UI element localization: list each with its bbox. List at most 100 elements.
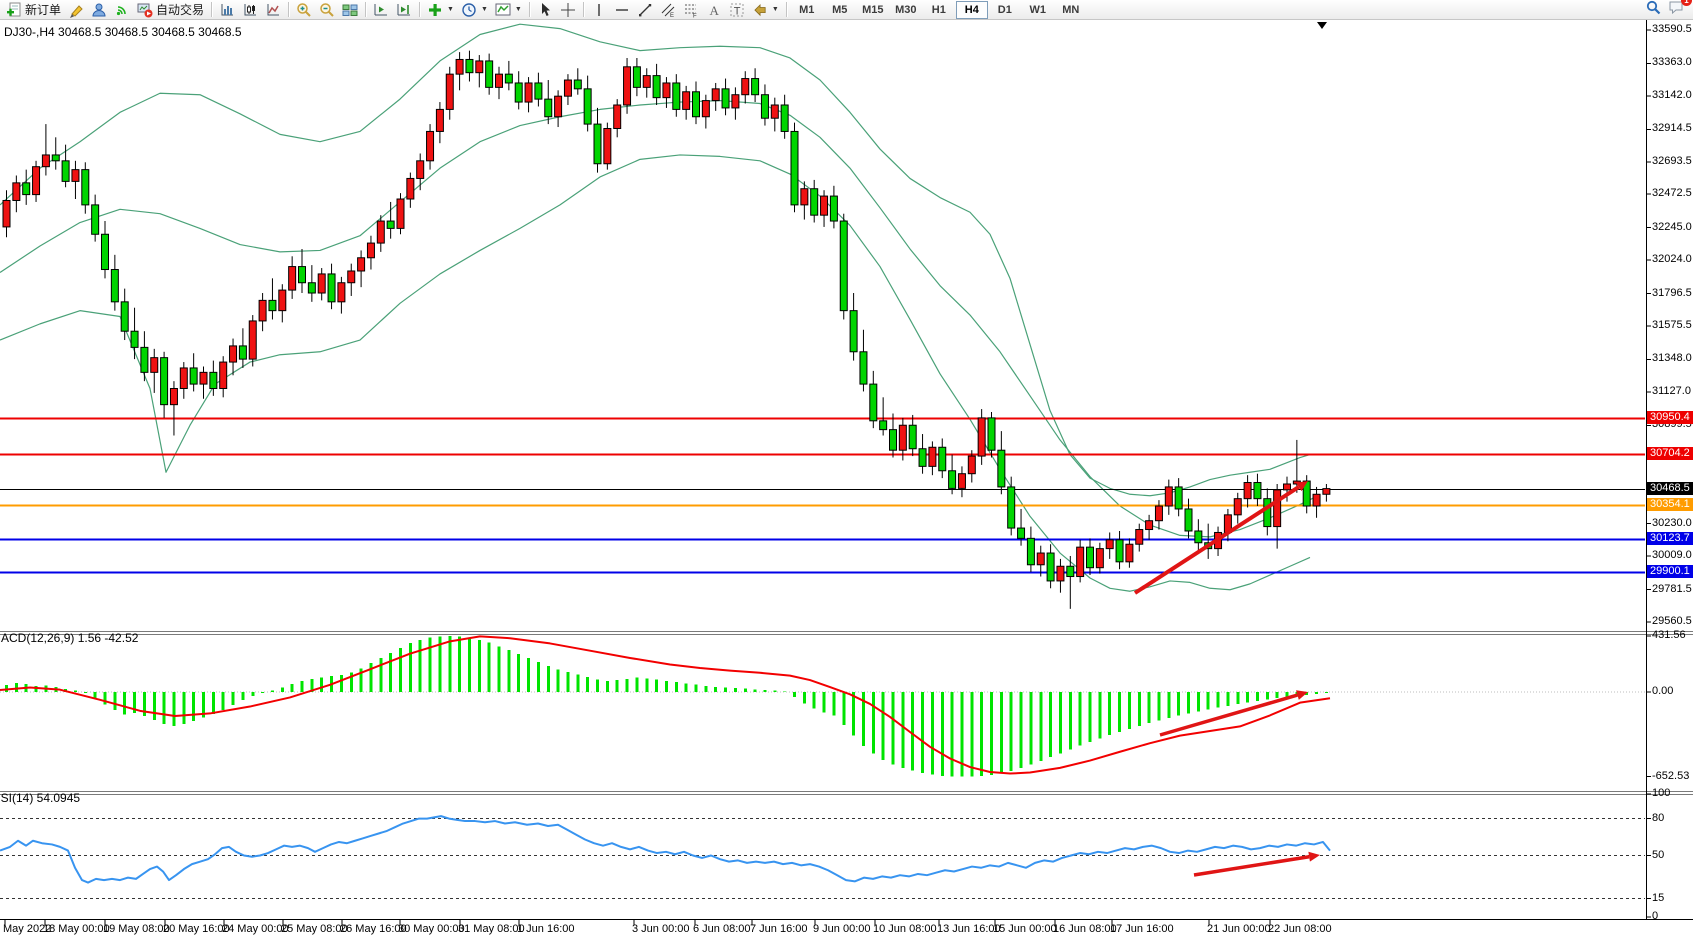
vertical-line-icon [591,2,607,18]
line-chart-mode-button[interactable] [262,1,284,19]
timeframe-H4[interactable]: H4 [956,1,988,19]
price-tick-label: 31348.0 [1652,352,1692,364]
time-tick-label: 30 May 00:00 [398,923,465,935]
indicators-dropdown-caret[interactable]: ▼ [447,6,454,13]
candle [141,347,148,372]
candle [1313,494,1320,506]
candle [338,283,345,302]
candle [121,302,128,331]
candle [988,418,995,450]
timeframe-W1[interactable]: W1 [1022,1,1054,19]
svg-text:F: F [693,13,697,18]
candle [801,189,808,205]
trendline-tool-button[interactable] [634,1,656,19]
zoom-in-button[interactable] [293,1,315,19]
macd-tick-label: -652.53 [1652,770,1689,782]
templates-dropdown-caret[interactable]: ▼ [515,6,522,13]
chart-title: DJ30-,H4 30468.5 30468.5 30468.5 30468.5 [4,25,242,39]
rsi-tick-label: 15 [1652,892,1664,904]
candle [1027,538,1034,564]
text-tool-button[interactable]: A [703,1,725,19]
periods-button[interactable]: ▼ [458,1,491,19]
candle [791,131,798,204]
timeframe-M1[interactable]: M1 [791,1,823,19]
new-order-button[interactable]: 新订单 [3,1,64,19]
cursor-tool-button[interactable] [534,1,556,19]
text-label-tool-button[interactable]: T [726,1,748,19]
candle [407,178,414,199]
signal-button[interactable] [111,1,133,19]
zoom-out-button[interactable] [316,1,338,19]
price-tag-30468.5: 30468.5 [1647,482,1693,495]
chart-shift-button[interactable] [393,1,415,19]
candle [1274,490,1281,527]
channel-tool-button[interactable]: E [657,1,679,19]
signal-icon [114,2,130,18]
rsi-tick-label: 0 [1652,910,1658,922]
auto-scroll-button[interactable] [370,1,392,19]
tile-windows-button[interactable] [339,1,361,19]
time-tick-label: 13 Jun 16:00 [937,923,1001,935]
candle [830,196,837,221]
candle [1067,566,1074,576]
indicator-add-icon [427,2,443,18]
candle [377,221,384,243]
timeframe-M15[interactable]: M15 [857,1,889,19]
candle [633,67,640,88]
chart-canvas[interactable] [0,0,1693,938]
candle [1096,549,1103,568]
candle [1185,509,1192,531]
candle [151,358,158,373]
crosshair-tool-button[interactable] [557,1,579,19]
arrows-tool-button[interactable]: ▼ [749,1,782,19]
price-tick-label: 32024.0 [1652,253,1692,265]
crayon-tool-button[interactable] [65,1,87,19]
search-icon[interactable] [1645,0,1662,21]
timeframe-H1[interactable]: H1 [923,1,955,19]
arrows-dropdown-caret[interactable]: ▼ [772,6,779,13]
candle [92,205,99,234]
candle [890,430,897,451]
rsi-line [0,816,1330,882]
toolbar-right-tools: 1 [1645,0,1690,21]
candle [761,95,768,119]
vertical-line-tool-button[interactable] [588,1,610,19]
indicators-button[interactable]: ▼ [424,1,457,19]
fibonacci-tool-button[interactable]: F [680,1,702,19]
arrows-shapes-icon [752,2,768,18]
zoom-in-icon [296,2,312,18]
toolbar-separator [211,2,212,17]
candle [811,189,818,215]
fibonacci-icon: F [683,2,699,18]
time-tick-label: 20 May 16:00 [163,923,230,935]
horizontal-line-tool-button[interactable] [611,1,633,19]
toolbar: 新订单 自动交易 [0,0,1693,20]
notifications-chat-icon[interactable]: 1 [1668,0,1686,20]
toolbar-separator [529,2,530,17]
toolbar-separator [786,2,787,17]
auto-trading-button[interactable]: 自动交易 [134,1,207,19]
timeframe-M30[interactable]: M30 [890,1,922,19]
time-tick-label: 19 May 08:00 [103,923,170,935]
candle [358,258,365,271]
candle [348,271,355,283]
timeframe-D1[interactable]: D1 [989,1,1021,19]
candlestick-mode-button[interactable] [239,1,261,19]
candle [299,267,306,283]
periods-dropdown-caret[interactable]: ▼ [481,6,488,13]
candle [328,274,335,302]
profile-button[interactable] [88,1,110,19]
candle [564,80,571,96]
timeframe-M5[interactable]: M5 [824,1,856,19]
price-tag-30354.1: 30354.1 [1647,498,1693,511]
bar-chart-mode-button[interactable] [216,1,238,19]
timeframe-MN[interactable]: MN [1055,1,1087,19]
time-tick-label: 25 May 08:00 [281,923,348,935]
price-tick-label: 31127.0 [1652,385,1691,397]
templates-button[interactable]: ▼ [492,1,525,19]
time-tick-label: 31 May 08:00 [458,923,525,935]
candle [1087,547,1094,568]
time-tick-label: 21 Jun 00:00 [1207,923,1271,935]
candle [111,270,118,302]
candle [1234,499,1241,515]
